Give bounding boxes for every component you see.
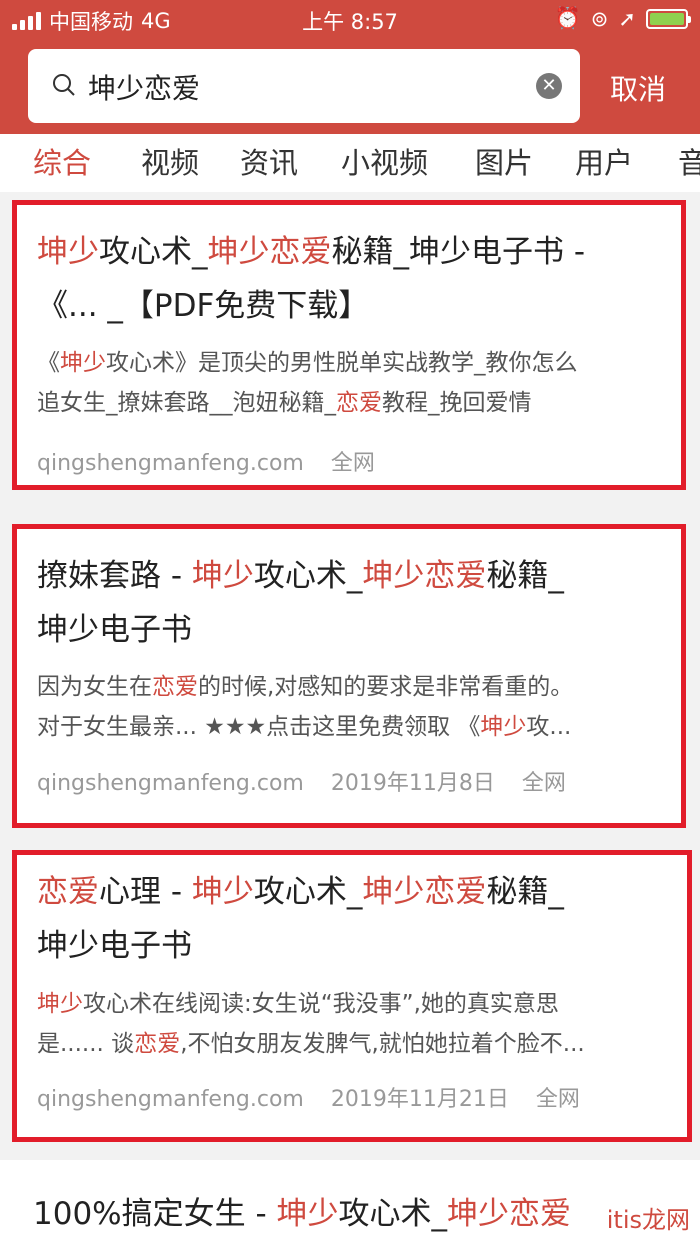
highlighted-keyword: 恋爱 bbox=[37, 874, 99, 910]
highlighted-keyword: 坤少 bbox=[191, 874, 254, 910]
result-snippet-line2: 对于女生最亲... ★★★点击这里免费领取 《坤少攻... bbox=[37, 708, 661, 746]
result-domain: qingshengmanfeng.com bbox=[37, 771, 304, 796]
search-icon bbox=[53, 74, 75, 96]
highlighted-keyword: 坤少恋爱 bbox=[362, 558, 487, 594]
text-segment: 因为女生在 bbox=[37, 674, 152, 700]
result-card[interactable]: 恋爱心理 - 坤少攻心术_坤少恋爱秘籍_ 坤少电子书 坤少攻心术在线阅读:女生说… bbox=[12, 850, 692, 1142]
search-query: 坤少恋爱 bbox=[88, 72, 201, 105]
result-snippet-line2: 是...... 谈恋爱,不怕女朋友发脾气,就怕她拉着个脸不... bbox=[37, 1025, 667, 1063]
highlighted-keyword: 恋爱 bbox=[152, 674, 198, 700]
clear-search-icon[interactable]: ✕ bbox=[536, 73, 562, 99]
result-title-line2[interactable]: 《... _【PDF免费下载】 bbox=[37, 279, 661, 333]
result-title-line1[interactable]: 恋爱心理 - 坤少攻心术_坤少恋爱秘籍_ bbox=[37, 865, 667, 919]
highlighted-keyword: 坤少 bbox=[480, 714, 527, 740]
highlighted-keyword: 坤少 bbox=[37, 234, 99, 270]
highlighted-keyword: 坤少 bbox=[37, 991, 83, 1017]
text-segment: 撩妹套路 - bbox=[37, 558, 192, 594]
highlighted-keyword: 坤少 bbox=[276, 1196, 339, 1232]
highlighted-keyword: 恋爱 bbox=[336, 390, 382, 416]
text-segment: 追女生_撩妹套路__泡妞秘籍_ bbox=[37, 390, 336, 416]
tab-short-video[interactable]: 小视频 bbox=[341, 140, 428, 182]
result-domain: qingshengmanfeng.com bbox=[37, 1087, 304, 1112]
result-meta: qingshengmanfeng.com 2019年11月8日 全网 bbox=[37, 765, 671, 797]
tab-news[interactable]: 资讯 bbox=[240, 140, 298, 182]
highlighted-keyword: 坤少恋爱 bbox=[207, 234, 332, 270]
search-header: 中国移动 4G 上午 8:57 ⏰ ⊚ ➚ 坤少恋爱 ✕ 取消 bbox=[0, 0, 700, 134]
result-meta: qingshengmanfeng.com 2019年11月21日 全网 bbox=[37, 1081, 677, 1113]
text-segment: 秘籍_ bbox=[486, 874, 564, 910]
tab-users[interactable]: 用户 bbox=[575, 140, 633, 182]
text-segment: 教程_挽回爱情 bbox=[382, 390, 532, 416]
text-segment: 《 bbox=[37, 350, 60, 376]
highlighted-keyword: 坤少恋爱 bbox=[447, 1196, 572, 1232]
tab-video[interactable]: 视频 bbox=[141, 140, 199, 182]
cancel-button[interactable]: 取消 bbox=[610, 68, 666, 108]
result-title-line1[interactable]: 撩妹套路 - 坤少攻心术_坤少恋爱秘籍_ bbox=[37, 549, 661, 603]
result-card[interactable]: 坤少攻心术_坤少恋爱秘籍_坤少电子书 - 《... _【PDF免费下载】 《坤少… bbox=[12, 200, 686, 490]
text-segment: 坤少电子书 bbox=[37, 928, 192, 964]
rotation-lock-icon: ⊚ bbox=[590, 6, 609, 31]
highlighted-keyword: 坤少 bbox=[60, 350, 106, 376]
result-source: 全网 bbox=[521, 771, 566, 796]
result-title-line1[interactable]: 坤少攻心术_坤少恋爱秘籍_坤少电子书 - bbox=[37, 225, 661, 279]
alarm-icon: ⏰ bbox=[554, 6, 581, 30]
result-domain: qingshengmanfeng.com bbox=[37, 451, 304, 476]
result-card[interactable]: 撩妹套路 - 坤少攻心术_坤少恋爱秘籍_ 坤少电子书 因为女生在恋爱的时候,对感… bbox=[12, 524, 686, 828]
status-bar: 中国移动 4G 上午 8:57 ⏰ ⊚ ➚ bbox=[0, 0, 700, 38]
search-input[interactable]: 坤少恋爱 ✕ bbox=[28, 49, 580, 123]
text-segment: 攻心术_ bbox=[338, 1196, 448, 1232]
tab-all[interactable]: 综合 bbox=[33, 140, 91, 182]
result-title-line2[interactable]: 坤少电子书 bbox=[37, 603, 661, 657]
battery-icon bbox=[646, 8, 691, 29]
text-segment: 攻心术_ bbox=[253, 874, 363, 910]
result-meta: qingshengmanfeng.com 全网 bbox=[37, 445, 671, 477]
text-segment: 对于女生最亲... ★★★点击这里免费领取 《 bbox=[37, 714, 481, 740]
text-segment: 秘籍_坤少电子书 - bbox=[331, 234, 586, 270]
text-segment: 攻心术_ bbox=[253, 558, 363, 594]
text-segment: 的时候,对感知的要求是非常看重的。 bbox=[198, 674, 574, 700]
result-source: 全网 bbox=[535, 1087, 580, 1112]
text-segment: ,不怕女朋友发脾气,就怕她拉着个脸不... bbox=[180, 1031, 585, 1057]
result-title-line2[interactable]: 坤少电子书 bbox=[37, 919, 667, 973]
result-date: 2019年11月8日 bbox=[330, 771, 495, 796]
result-snippet-line2: 追女生_撩妹套路__泡妞秘籍_恋爱教程_挽回爱情 bbox=[37, 384, 661, 422]
watermark: itis龙网 bbox=[606, 1206, 690, 1234]
highlighted-keyword: 坤少 bbox=[191, 558, 254, 594]
result-source: 全网 bbox=[330, 451, 375, 476]
result-snippet-line1: 坤少攻心术在线阅读:女生说“我没事”,她的真实意思 bbox=[37, 985, 667, 1023]
text-segment: 攻心术在线阅读:女生说“我没事”,她的真实意思 bbox=[83, 991, 559, 1017]
location-icon: ➚ bbox=[618, 6, 636, 31]
text-segment: 攻心术_ bbox=[99, 234, 208, 270]
result-title-line1[interactable]: 100%搞定女生 - 坤少攻心术_坤少恋爱 bbox=[33, 1188, 571, 1233]
result-date: 2019年11月21日 bbox=[330, 1087, 509, 1112]
text-segment: 攻... bbox=[526, 714, 572, 740]
tab-images[interactable]: 图片 bbox=[475, 140, 533, 182]
text-segment: 坤少电子书 bbox=[37, 612, 192, 648]
result-snippet-line1: 因为女生在恋爱的时候,对感知的要求是非常看重的。 bbox=[37, 668, 661, 706]
tab-music[interactable]: 音 bbox=[678, 140, 700, 182]
category-tabs: 综合 视频 资讯 小视频 图片 用户 音 bbox=[0, 134, 700, 192]
text-segment: 《... _【PDF免费下载】 bbox=[37, 288, 370, 324]
highlighted-keyword: 恋爱 bbox=[134, 1031, 181, 1057]
text-segment: 是...... 谈 bbox=[37, 1031, 135, 1057]
text-segment: 100%搞定女生 - bbox=[33, 1196, 277, 1232]
result-card-partial[interactable]: 100%搞定女生 - 坤少攻心术_坤少恋爱 bbox=[0, 1160, 700, 1244]
highlighted-keyword: 坤少恋爱 bbox=[362, 874, 487, 910]
text-segment: 秘籍_ bbox=[486, 558, 564, 594]
result-snippet-line1: 《坤少攻心术》是顶尖的男性脱单实战教学_教你怎么 bbox=[37, 344, 661, 382]
text-segment: 攻心术》是顶尖的男性脱单实战教学_教你怎么 bbox=[106, 350, 578, 376]
text-segment: 心理 - bbox=[99, 874, 192, 910]
